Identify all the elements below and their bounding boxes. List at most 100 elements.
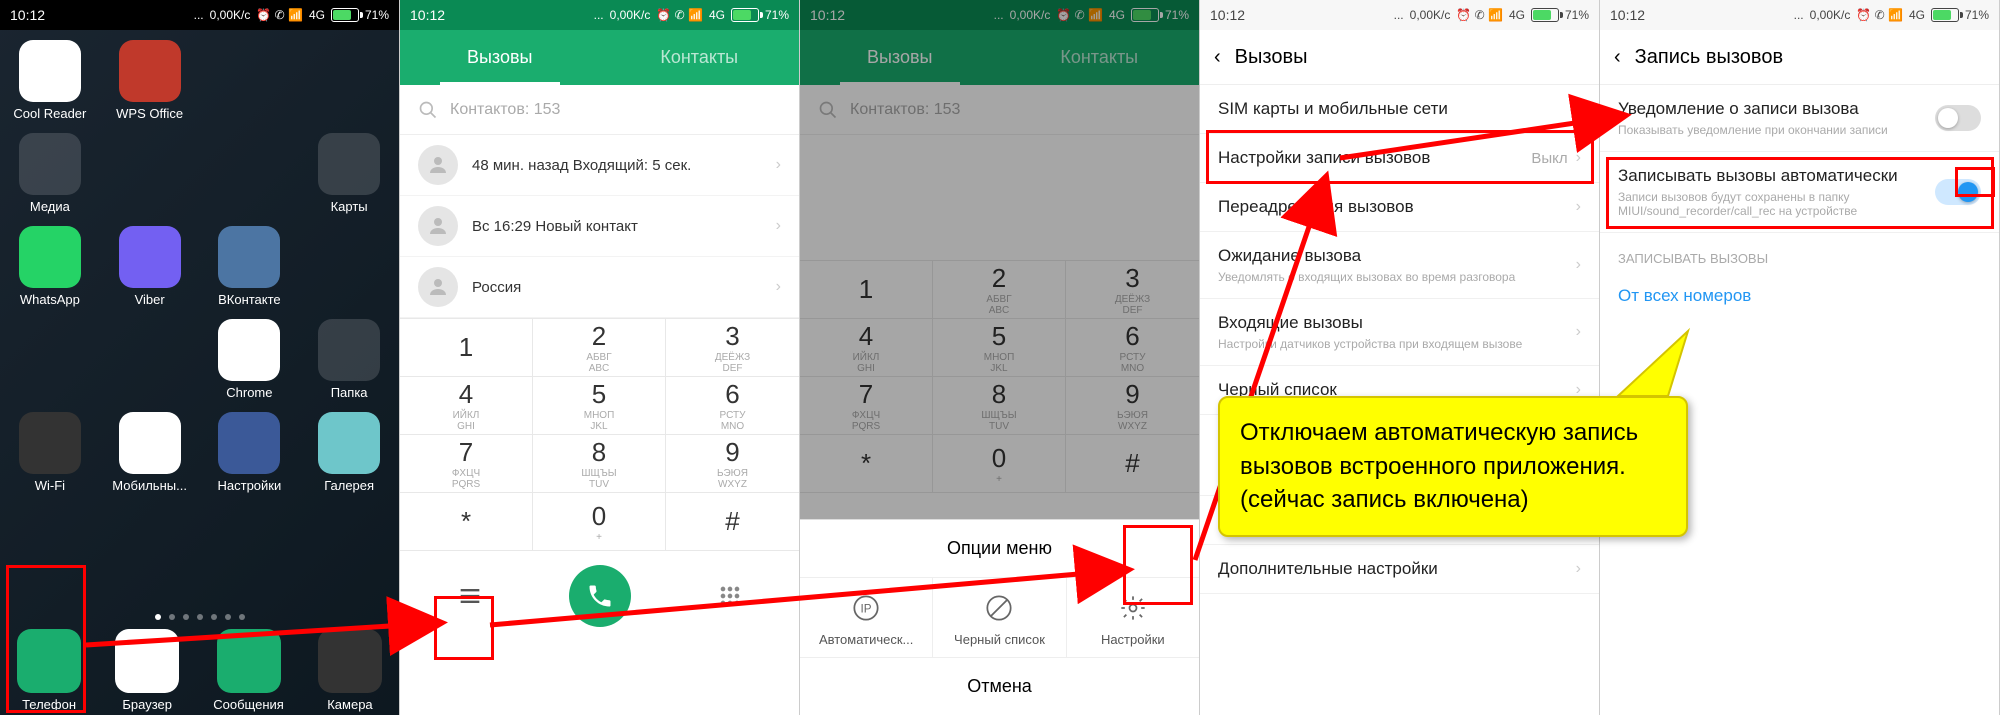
callout-tail — [1558, 336, 1688, 406]
screen-dialer-sheet: 10:12 ... 0,00K/c ⏰ ✆ 📶 4G 71% Вызовы Ко… — [800, 0, 1200, 715]
dialpad-key[interactable]: 4ИЙКЛGHI — [400, 377, 533, 435]
app-icon — [19, 133, 81, 195]
statusbar: 10:12 ... 0,00K/c ⏰ ✆ 📶 4G 71% — [0, 0, 399, 30]
dialpad-key[interactable]: 2АБВГABC — [533, 319, 666, 377]
dialpad-key[interactable]: 7ФХЦЧPQRS — [400, 435, 533, 493]
status-battery: 71% — [365, 8, 389, 22]
dialpad-key[interactable]: 5МНОПJKL — [533, 377, 666, 435]
dock-app[interactable]: Сообщения — [213, 629, 284, 712]
call-button[interactable] — [569, 565, 631, 627]
setting-item[interactable]: Дополнительные настройки› — [1200, 545, 1599, 594]
back-icon[interactable]: ‹ — [1214, 46, 1221, 69]
dialpad-key[interactable]: 1 — [400, 319, 533, 377]
dialpad-key[interactable]: 0+ — [533, 493, 666, 551]
app-icon — [318, 133, 380, 195]
avatar — [418, 267, 458, 307]
app — [200, 40, 300, 121]
app[interactable]: Настройки — [200, 412, 300, 493]
app[interactable]: WhatsApp — [0, 226, 100, 307]
app-label: Браузер — [122, 697, 172, 712]
app-label: Wi-Fi — [35, 478, 65, 493]
battery-icon — [731, 8, 759, 22]
avatar — [418, 206, 458, 246]
app-label: Cool Reader — [13, 106, 86, 121]
callout-text: Отключаем автоматическую запись вызовов … — [1240, 419, 1638, 513]
dialpad-key[interactable]: * — [400, 493, 533, 551]
app-icon — [318, 319, 380, 381]
setting-item[interactable]: Ожидание вызоваУведомлять о входящих выз… — [1200, 232, 1599, 299]
link-from-all[interactable]: От всех номеров — [1600, 274, 1999, 318]
app[interactable]: Медиа — [0, 133, 100, 214]
dialer-tabs: Вызовы Контакты — [400, 30, 799, 85]
app[interactable]: Папка — [299, 319, 399, 400]
dock-app[interactable]: Браузер — [115, 629, 179, 712]
svg-text:IP: IP — [861, 603, 872, 616]
dialpad-key[interactable]: 6РСТУMNO — [666, 377, 799, 435]
search-placeholder: Контактов: 153 — [450, 101, 560, 119]
battery-icon — [331, 8, 359, 22]
dock-app[interactable]: Камера — [318, 629, 382, 712]
app-icon — [119, 226, 181, 288]
toggle-notification[interactable] — [1935, 105, 1981, 131]
avatar — [418, 145, 458, 185]
app[interactable]: Cool Reader — [0, 40, 100, 121]
dialpad: 12АБВГABC3ДЕЁЖЗDEF 4ИЙКЛGHI5МНОПJKL6РСТУM… — [400, 318, 799, 551]
phone-icon — [586, 582, 614, 610]
dialpad-key[interactable]: 3ДЕЁЖЗDEF — [666, 319, 799, 377]
chevron-right-icon: › — [776, 217, 781, 235]
setting-notification[interactable]: Уведомление о записи вызова Показывать у… — [1600, 85, 1999, 152]
app-icon — [115, 629, 179, 693]
call-log-row[interactable]: Вс 16:29 Новый контакт› — [400, 196, 799, 257]
tab-calls[interactable]: Вызовы — [400, 30, 600, 85]
ip-icon: IP — [850, 592, 882, 624]
status-speed: 0,00K/c — [210, 8, 251, 22]
setting-item[interactable]: SIM карты и мобильные сети› — [1200, 85, 1599, 134]
screen-home: 10:12 ... 0,00K/c ⏰ ✆ 📶 4G 71% Cool Read… — [0, 0, 400, 715]
app[interactable]: Мобильны... — [100, 412, 200, 493]
app-icon — [19, 226, 81, 288]
search-input[interactable]: Контактов: 153 — [400, 85, 799, 135]
highlight-phone-app — [6, 565, 86, 713]
app-icon — [19, 40, 81, 102]
setting-item[interactable]: Переадресация вызовов› — [1200, 183, 1599, 232]
chevron-right-icon: › — [1576, 256, 1581, 274]
setting-item[interactable]: Входящие вызовыНастройки датчиков устрой… — [1200, 299, 1599, 366]
app — [200, 133, 300, 214]
call-log-row[interactable]: 48 мин. назад Входящий: 5 сек.› — [400, 135, 799, 196]
app-icon — [218, 226, 280, 288]
app-label: Галерея — [324, 478, 374, 493]
highlight-settings-option — [1123, 525, 1193, 605]
app[interactable]: Галерея — [299, 412, 399, 493]
dialpad-key[interactable]: 9ЬЭЮЯWXYZ — [666, 435, 799, 493]
annotation-callout: Отключаем автоматическую запись вызовов … — [1218, 396, 1688, 537]
app-label: Сообщения — [213, 697, 284, 712]
app[interactable]: Карты — [299, 133, 399, 214]
app-label: WPS Office — [116, 106, 183, 121]
dialpad-toggle[interactable] — [690, 582, 770, 610]
chevron-right-icon: › — [776, 156, 781, 174]
dialpad-key[interactable]: 8ШЩЪЫTUV — [533, 435, 666, 493]
app-label: Камера — [327, 697, 372, 712]
status-time: 10:12 — [410, 7, 445, 23]
sheet-cancel[interactable]: Отмена — [800, 658, 1199, 715]
sheet-opt-blacklist[interactable]: Черный список — [933, 578, 1066, 657]
app[interactable]: Chrome — [200, 319, 300, 400]
section-label: ЗАПИСЫВАТЬ ВЫЗОВЫ — [1600, 233, 1999, 274]
app-icon — [318, 629, 382, 693]
app[interactable]: Wi-Fi — [0, 412, 100, 493]
back-icon[interactable]: ‹ — [1614, 46, 1621, 69]
call-log-row[interactable]: Россия› — [400, 257, 799, 318]
sheet-opt-ip[interactable]: IP Автоматическ... — [800, 578, 933, 657]
app — [100, 319, 200, 400]
settings-header: ‹ Запись вызовов — [1600, 30, 1999, 85]
app-label: ВКонтакте — [218, 292, 281, 307]
tab-contacts[interactable]: Контакты — [600, 30, 800, 85]
app[interactable]: WPS Office — [100, 40, 200, 121]
dialpad-key[interactable]: # — [666, 493, 799, 551]
app-label: Карты — [331, 199, 368, 214]
app[interactable]: ВКонтакте — [200, 226, 300, 307]
app-label: Chrome — [226, 385, 272, 400]
app[interactable]: Viber — [100, 226, 200, 307]
call-log: 48 мин. назад Входящий: 5 сек.›Вс 16:29 … — [400, 135, 799, 318]
highlight-auto-record — [1606, 157, 1994, 229]
